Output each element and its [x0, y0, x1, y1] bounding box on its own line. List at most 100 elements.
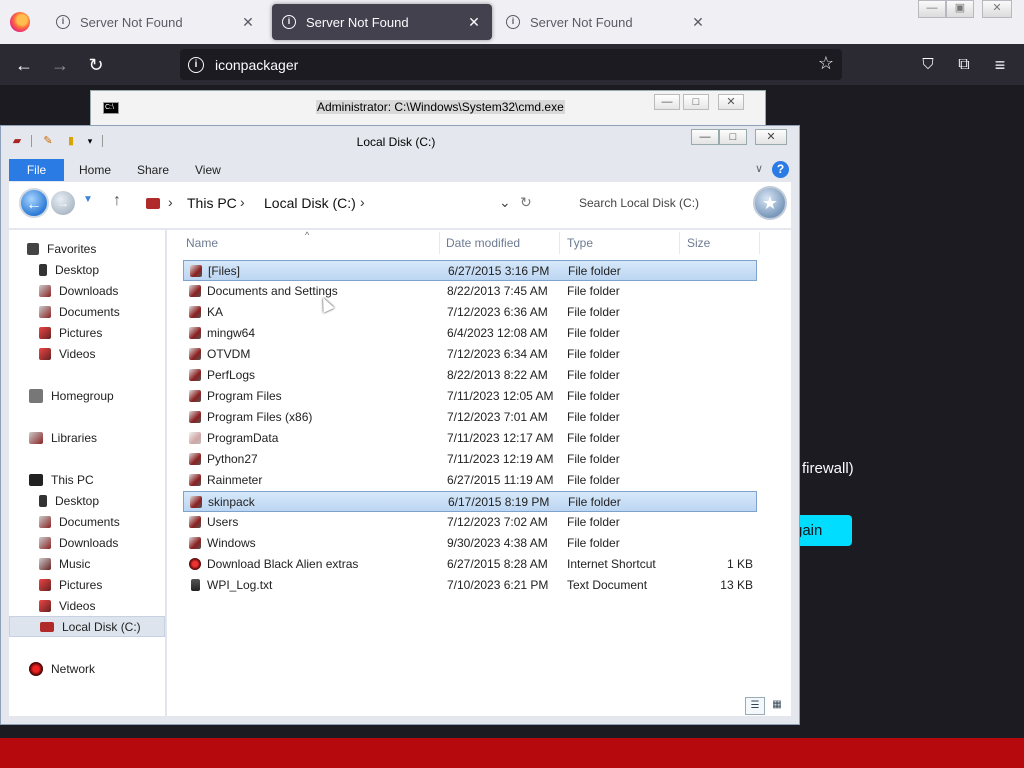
- folder-icon: [189, 411, 201, 423]
- ribbon-tab-home[interactable]: Home: [79, 159, 111, 181]
- breadcrumb-this-pc[interactable]: This PC: [187, 195, 237, 211]
- tab-server-not-found-2[interactable]: i Server Not Found ✕: [272, 4, 492, 40]
- help-icon[interactable]: ?: [772, 161, 789, 178]
- navigation-pane: Favorites Desktop Downloads Documents Pi…: [9, 230, 166, 716]
- file-row[interactable]: ProgramData 7/11/2023 12:17 AM File folder: [183, 428, 757, 449]
- info-icon: i: [506, 15, 520, 29]
- file-date-modified: 7/11/2023 12:19 AM: [447, 452, 554, 466]
- file-row[interactable]: KA 7/12/2023 6:36 AM File folder: [183, 302, 757, 323]
- internet-shortcut-icon: [189, 558, 201, 570]
- breadcrumb-chevron-icon[interactable]: ›: [360, 194, 365, 210]
- nav-network[interactable]: Network: [29, 658, 185, 679]
- nav-label: Pictures: [59, 577, 103, 592]
- reload-icon[interactable]: ↻: [83, 52, 109, 78]
- file-row[interactable]: Program Files 7/11/2023 12:05 AM File fold…: [183, 386, 757, 407]
- close-tab-icon[interactable]: ✕: [240, 14, 256, 31]
- documents-icon: [39, 305, 51, 318]
- file-name: OTVDM: [207, 347, 251, 361]
- url-bar[interactable]: i iconpackager ☆: [180, 49, 842, 80]
- file-row[interactable]: skinpack 6/17/2015 8:19 PM File folder: [183, 491, 757, 512]
- nav-libraries[interactable]: Libraries: [29, 427, 185, 448]
- back-arrow-icon[interactable]: ←: [11, 52, 37, 78]
- text-document-icon: [191, 579, 200, 591]
- cmd-minimize-icon[interactable]: —: [654, 94, 680, 110]
- forward-arrow-icon[interactable]: →: [47, 52, 73, 78]
- column-header-name[interactable]: Name: [186, 236, 218, 250]
- file-type: File folder: [568, 264, 621, 278]
- cmd-close-icon[interactable]: ✕: [718, 94, 744, 110]
- cmd-maximize-icon[interactable]: □: [683, 94, 709, 110]
- explorer-title-bar: ▰ ✎ ▮ ▾ Local Disk (C:) — □ ✕: [1, 126, 799, 156]
- large-icons-view-icon[interactable]: ▦: [767, 697, 787, 715]
- breadcrumb-chevron-icon[interactable]: ›: [168, 194, 173, 210]
- column-header-type[interactable]: Type: [567, 236, 593, 250]
- details-view-icon[interactable]: ☰: [745, 697, 765, 715]
- address-dropdown-icon[interactable]: ⌄: [499, 194, 511, 211]
- downloads-icon: [39, 284, 51, 297]
- explorer-close-icon[interactable]: ✕: [755, 129, 787, 145]
- menu-icon[interactable]: ≡: [987, 52, 1013, 78]
- close-tab-icon[interactable]: ✕: [466, 14, 482, 31]
- file-type: File folder: [567, 305, 620, 319]
- ribbon-tab-file[interactable]: File: [9, 159, 64, 181]
- file-row[interactable]: Users 7/12/2023 7:02 AM File folder: [183, 512, 757, 533]
- videos-icon: [39, 599, 51, 612]
- file-row[interactable]: [Files] 6/27/2015 3:16 PM File folder: [183, 260, 757, 281]
- tab-title: Server Not Found: [80, 14, 183, 30]
- ribbon-tab-view[interactable]: View: [195, 159, 221, 181]
- file-row[interactable]: Python27 7/11/2023 12:19 AM File folder: [183, 449, 757, 470]
- column-header-date-modified[interactable]: Date modified: [446, 236, 520, 250]
- explorer-minimize-icon[interactable]: —: [691, 129, 719, 145]
- recent-locations-dropdown-icon[interactable]: ▼: [83, 194, 93, 205]
- breadcrumb-local-disk[interactable]: Local Disk (C:): [264, 195, 356, 211]
- back-button[interactable]: ←: [19, 188, 49, 218]
- nav-label: Documents: [59, 304, 120, 319]
- forward-button[interactable]: →: [51, 191, 75, 215]
- tab-title: Server Not Found: [306, 14, 409, 30]
- file-row[interactable]: Program Files (x86) 7/12/2023 7:01 AM File…: [183, 407, 757, 428]
- music-icon: [39, 557, 51, 570]
- expand-ribbon-icon[interactable]: ∨: [755, 162, 763, 175]
- nav-label: Desktop: [55, 262, 100, 277]
- nav-this-pc[interactable]: This PC: [29, 469, 185, 490]
- file-row[interactable]: Documents and Settings 8/22/2013 7:45 AM F…: [183, 281, 757, 302]
- nav-item-local-disk[interactable]: Local Disk (C:): [9, 616, 165, 637]
- firefox-logo-icon[interactable]: [10, 12, 30, 32]
- folder-icon: [189, 516, 201, 528]
- file-row[interactable]: Rainmeter 6/27/2015 11:19 AM File folder: [183, 470, 757, 491]
- column-header-size[interactable]: Size: [687, 236, 710, 250]
- breadcrumb-chevron-icon[interactable]: ›: [240, 194, 245, 210]
- up-arrow-icon[interactable]: ↑: [113, 192, 121, 210]
- search-input[interactable]: Search Local Disk (C:): [579, 196, 699, 210]
- file-row[interactable]: Download Black Alien extras 6/27/2015 8:2…: [183, 554, 757, 575]
- browser-nav-bar: ← → ↻ i iconpackager ☆ ⛉ ⧉ ≡: [0, 44, 1024, 85]
- pocket-icon[interactable]: ⛉: [915, 52, 941, 78]
- explorer-maximize-icon[interactable]: □: [719, 129, 747, 145]
- folder-icon: [189, 348, 201, 360]
- file-row[interactable]: Windows 9/30/2023 4:38 AM File folder: [183, 533, 757, 554]
- bookmark-star-icon[interactable]: ☆: [818, 53, 834, 74]
- pictures-icon: [39, 578, 51, 591]
- nav-label: Local Disk (C:): [62, 619, 141, 634]
- close-tab-icon[interactable]: ✕: [690, 14, 706, 31]
- computer-icon: [29, 473, 43, 486]
- site-info-icon[interactable]: i: [188, 56, 204, 73]
- file-row[interactable]: mingw64 6/4/2023 12:08 AM File folder: [183, 323, 757, 344]
- nav-favorites[interactable]: Favorites: [27, 238, 183, 259]
- url-text[interactable]: iconpackager: [215, 57, 298, 73]
- file-row[interactable]: PerfLogs 8/22/2013 8:22 AM File folder: [183, 365, 757, 386]
- file-type: File folder: [567, 326, 620, 340]
- ribbon-tab-share[interactable]: Share: [137, 159, 169, 181]
- file-type: File folder: [567, 452, 620, 466]
- file-row[interactable]: OTVDM 7/12/2023 6:34 AM File folder: [183, 344, 757, 365]
- favorites-star-icon[interactable]: ★: [753, 186, 787, 220]
- tab-server-not-found-1[interactable]: i Server Not Found ✕: [46, 4, 266, 40]
- extensions-icon[interactable]: ⧉: [951, 52, 977, 78]
- tab-server-not-found-3[interactable]: i Server Not Found ✕: [496, 4, 716, 40]
- minimize-window-icon[interactable]: —: [918, 0, 946, 18]
- close-window-icon[interactable]: ✕: [982, 0, 1012, 18]
- refresh-icon[interactable]: ↻: [520, 194, 532, 211]
- nav-homegroup[interactable]: Homegroup: [29, 385, 185, 406]
- file-row[interactable]: WPI_Log.txt 7/10/2023 6:21 PM Text Documen…: [183, 575, 757, 596]
- maximize-window-icon[interactable]: ▣: [946, 0, 974, 18]
